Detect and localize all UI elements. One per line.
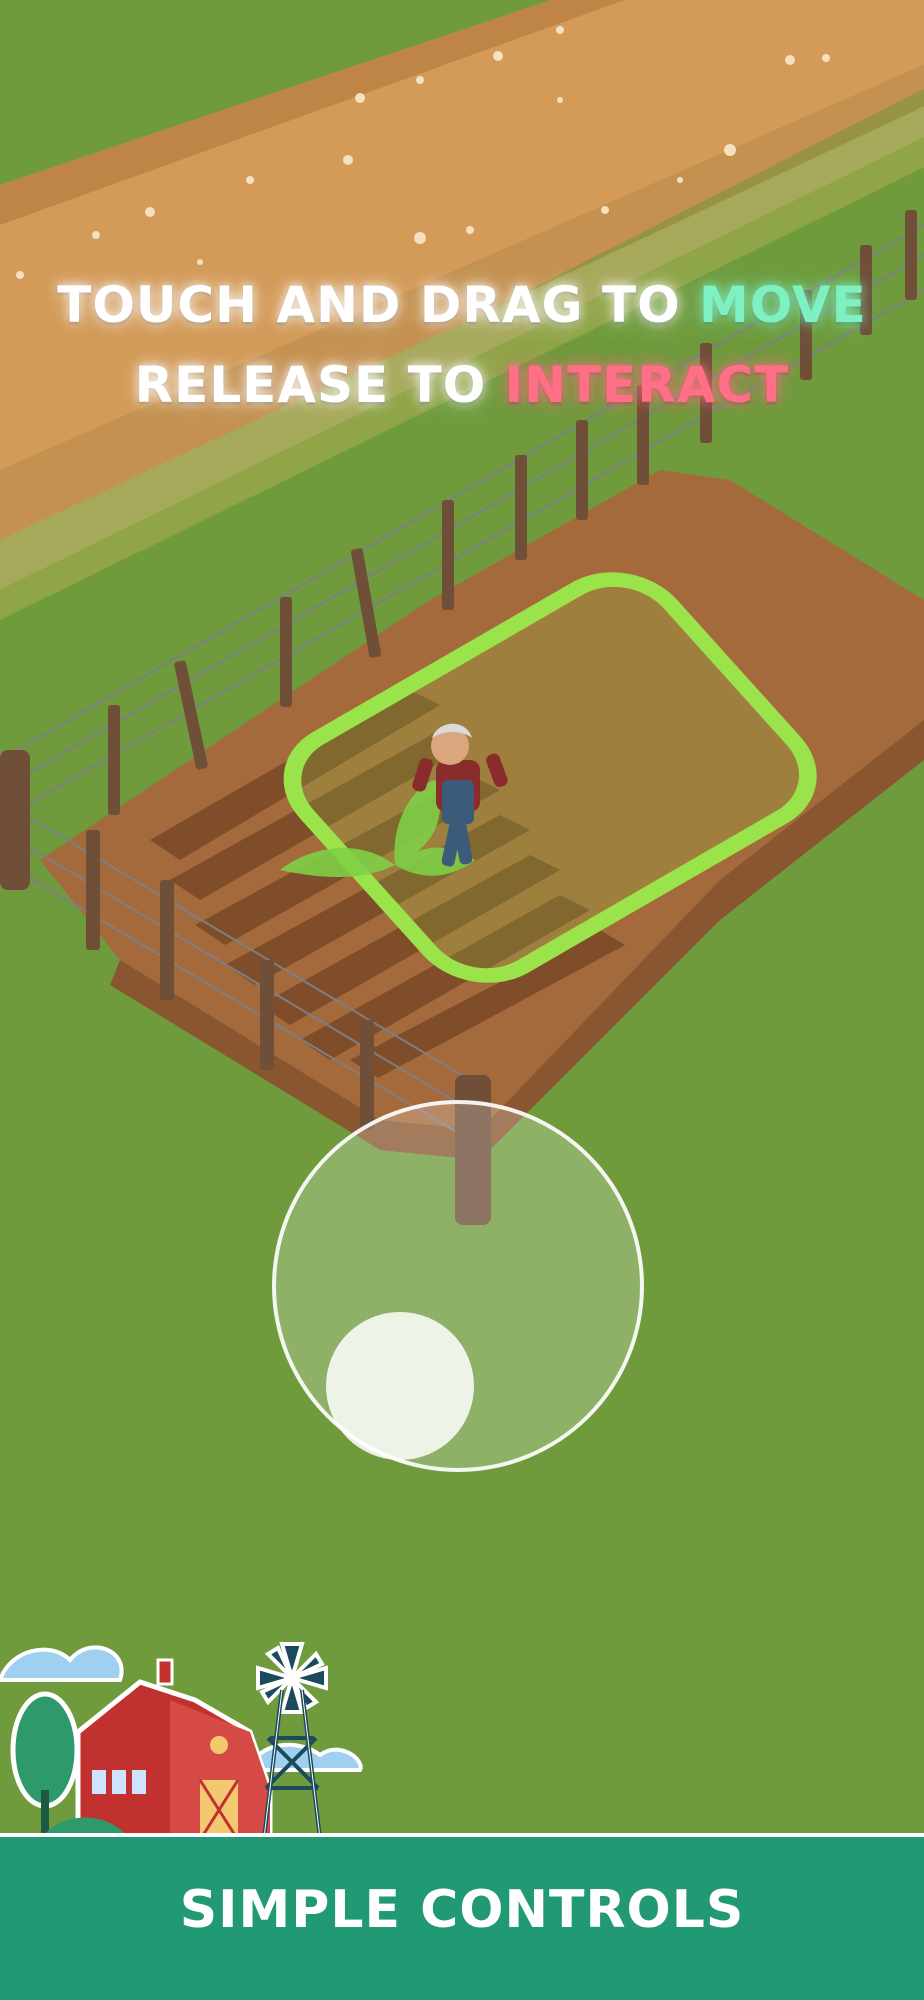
instruction-move-prefix: TOUCH AND DRAG TO xyxy=(57,276,699,334)
instruction-interact-keyword: INTERACT xyxy=(504,356,790,414)
instruction-move-keyword: MOVE xyxy=(699,276,867,334)
barn-icon xyxy=(75,1658,273,1843)
windmill-icon xyxy=(256,1642,328,1839)
instruction-line-interact: RELEASE TO INTERACT xyxy=(0,356,924,414)
farm-illustration xyxy=(10,1642,328,1860)
joystick-knob[interactable] xyxy=(326,1312,474,1460)
tree-icon xyxy=(10,1691,80,1840)
instruction-interact-prefix: RELEASE TO xyxy=(134,356,505,414)
game-screen[interactable]: TOUCH AND DRAG TO MOVE RELEASE TO INTERA… xyxy=(0,0,924,2000)
instruction-line-move: TOUCH AND DRAG TO MOVE xyxy=(0,276,924,334)
banner-title: SIMPLE CONTROLS xyxy=(179,1880,745,1940)
virtual-joystick[interactable] xyxy=(272,1100,644,1472)
